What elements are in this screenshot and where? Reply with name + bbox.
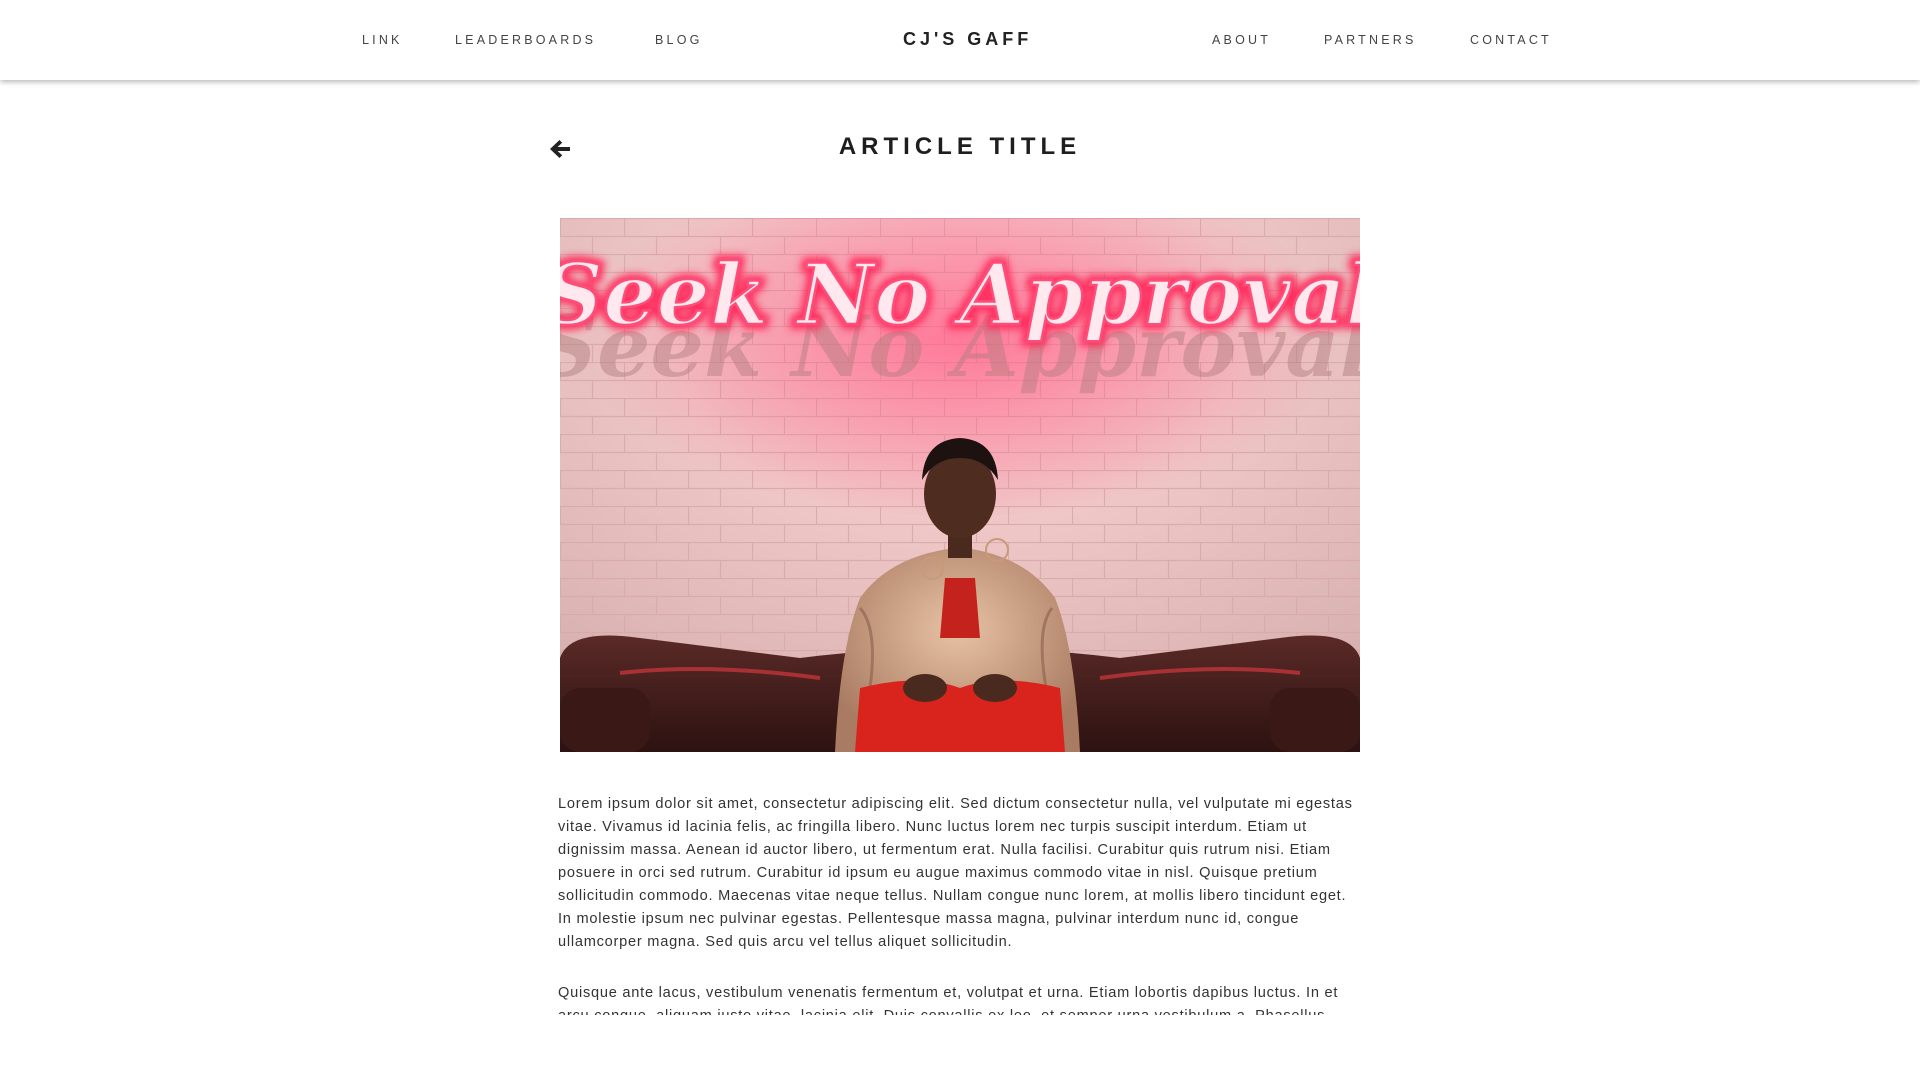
article-paragraph: Quisque ante lacus, vestibulum venenatis…	[558, 985, 1339, 1015]
top-navbar: LINK LEADERBOARDS BLOG CJ'S GAFF ABOUT P…	[0, 0, 1920, 80]
nav-link-partners[interactable]: PARTNERS	[1324, 33, 1417, 47]
nav-link-contact[interactable]: CONTACT	[1470, 33, 1552, 47]
article-paragraph: Lorem ipsum dolor sit amet, consectetur …	[558, 796, 1353, 950]
article-hero-image: Seek No Approval Seek No Approval Seek N…	[560, 218, 1360, 752]
nav-link-blog[interactable]: BLOG	[655, 33, 703, 47]
neon-sign-text: Seek No Approval	[560, 245, 1360, 344]
article-body: Lorem ipsum dolor sit amet, consectetur …	[558, 793, 1364, 1015]
nav-link-about[interactable]: ABOUT	[1212, 33, 1271, 47]
article-title: ARTICLE TITLE	[838, 133, 1082, 160]
site-brand[interactable]: CJ'S GAFF	[903, 29, 1032, 50]
nav-link-link[interactable]: LINK	[362, 33, 403, 47]
nav-link-leaderboards[interactable]: LEADERBOARDS	[455, 33, 596, 47]
